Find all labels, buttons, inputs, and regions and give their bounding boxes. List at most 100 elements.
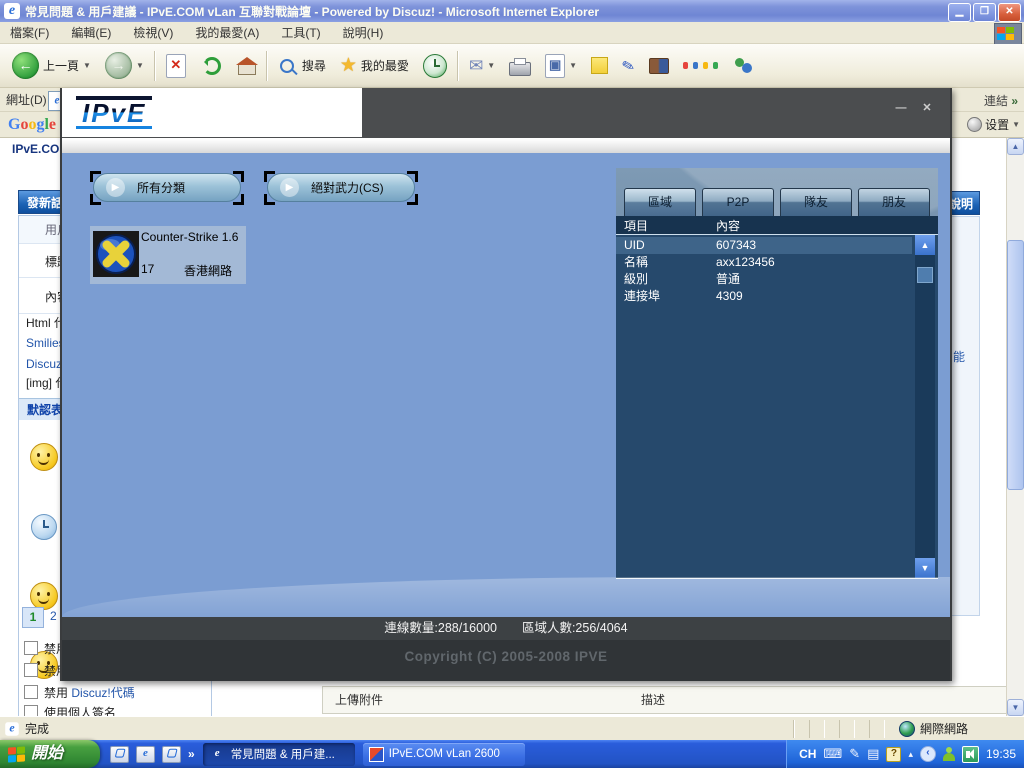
close-button[interactable]: ✕ — [998, 3, 1021, 22]
toolbar-separator — [456, 50, 459, 81]
table-row-uid[interactable]: UID 607343 — [616, 237, 912, 254]
start-button[interactable]: 開始 — [0, 740, 100, 768]
keyboard-icon[interactable]: ⌨ — [823, 747, 842, 761]
search-button[interactable]: 搜尋 — [274, 55, 330, 77]
stop-button[interactable]: ✕ — [162, 52, 190, 80]
minimize-button[interactable]: ▁ — [948, 3, 971, 22]
volume-icon[interactable] — [961, 745, 979, 763]
game-list-item[interactable]: Counter-Strike 1.6 17 香港網路 — [90, 226, 246, 284]
table-row-level[interactable]: 級別 普通 — [616, 271, 912, 288]
discuss-button[interactable]: ✎ — [618, 55, 639, 77]
info-panel: 區域 P2P 隊友 朋友 項目 內容 UID 607343 名稱 axx123456 — [616, 168, 938, 579]
app-close-button[interactable]: ✕ — [918, 102, 936, 117]
ipve-logo: IPvE — [76, 96, 153, 129]
table-row-name[interactable]: 名稱 axx123456 — [616, 254, 912, 271]
back-dropdown-icon[interactable]: ▼ — [83, 61, 91, 70]
blush-smiley-icon[interactable] — [30, 582, 58, 610]
menu-favorites[interactable]: 我的最愛(A) — [195, 24, 259, 41]
user-status-icon[interactable] — [942, 747, 955, 761]
status-pane-divider — [792, 719, 795, 738]
app-minimize-button[interactable]: — — [892, 102, 910, 117]
clock-smiley-icon[interactable] — [31, 514, 57, 540]
menu-edit[interactable]: 編輯(E) — [71, 24, 111, 41]
back-button[interactable]: ← 上一頁 ▼ — [8, 50, 95, 81]
clock[interactable]: 19:35 — [986, 747, 1016, 761]
quill-icon: ✎ — [620, 56, 637, 76]
scrollbar-thumb[interactable] — [1007, 240, 1024, 490]
menu-file[interactable]: 檔案(F) — [10, 24, 49, 41]
pagination-page-1[interactable]: 1 — [22, 607, 44, 628]
google-logo: Google — [8, 115, 57, 133]
edit-dropdown-icon[interactable]: ▼ — [569, 61, 577, 70]
notes-button[interactable] — [587, 55, 612, 76]
panel-scroll-up-icon[interactable]: ▲ — [915, 235, 935, 255]
menu-help[interactable]: 說明(H) — [343, 24, 384, 41]
toolbar-separator — [265, 50, 268, 81]
table-row-port[interactable]: 連接埠 4309 — [616, 288, 912, 305]
smilies-link[interactable]: Smilies — [26, 336, 65, 350]
menu-tools[interactable]: 工具(T) — [281, 24, 320, 41]
language-indicator[interactable]: CH — [799, 747, 816, 761]
window-quicklaunch-icon[interactable]: ▢ — [162, 745, 181, 763]
ie-titlebar: e 常見問題 & 用戶建議 - IPvE.COM vLan 互聯對戰論壇 - P… — [0, 0, 1024, 22]
scroll-down-icon[interactable]: ▼ — [1007, 699, 1024, 716]
ebay-button[interactable] — [679, 60, 723, 71]
pagination-page-2[interactable]: 2 — [50, 609, 57, 623]
history-button[interactable] — [419, 52, 451, 80]
partial-link[interactable]: 能 — [953, 348, 965, 365]
pen-icon[interactable]: ✎ — [849, 747, 860, 761]
mail-dropdown-icon[interactable]: ▼ — [487, 61, 495, 70]
panel-scrollbar-thumb[interactable] — [917, 267, 933, 283]
ie-task-icon: e — [214, 746, 220, 759]
game-count: 17 — [141, 262, 155, 276]
discuz-code-link[interactable]: Discuz!代碼 — [71, 686, 134, 700]
status-pane-divider — [868, 719, 885, 738]
vlan-app-window: — ✕ IPvE ▶ 所有分類 ▶ 絕對武力(CS) Counter-Strik… — [60, 88, 952, 681]
checkbox-icon[interactable] — [24, 663, 38, 677]
favorites-button[interactable]: ★ 我的最愛 — [336, 54, 413, 77]
checkbox-icon[interactable] — [24, 641, 38, 655]
scroll-up-icon[interactable]: ▲ — [1007, 138, 1024, 155]
tab-friends[interactable]: 朋友 — [858, 188, 930, 216]
screen: e 常見問題 & 用戶建議 - IPvE.COM vLan 互聯對戰論壇 - P… — [0, 0, 1024, 768]
checkbox-icon[interactable] — [24, 685, 38, 699]
quicklaunch-chevron-icon[interactable]: » — [188, 747, 195, 761]
hide-icons-button[interactable]: ▴ — [908, 747, 913, 761]
address-label: 網址(D) — [6, 93, 47, 107]
site-label[interactable]: IPvE.CO — [12, 142, 59, 156]
notes-icon[interactable]: ▤ — [867, 747, 879, 761]
settings-ball-icon — [967, 117, 983, 132]
google-settings-button[interactable]: 设置 ▼ — [967, 116, 1020, 133]
forward-button[interactable]: → ▼ — [101, 50, 148, 81]
edit-button[interactable]: ▣ ▼ — [541, 52, 581, 80]
window-title: 常見問題 & 用戶建議 - IPvE.COM vLan 互聯對戰論壇 - Pow… — [25, 4, 600, 19]
maximize-button[interactable]: ❐ — [973, 3, 996, 22]
refresh-button[interactable] — [196, 52, 228, 80]
menu-view[interactable]: 檢視(V) — [133, 24, 173, 41]
panel-scroll-down-icon[interactable]: ▼ — [915, 558, 935, 578]
help-tray-icon[interactable]: ? — [886, 746, 902, 762]
counter-strike-category-button[interactable]: ▶ 絕對武力(CS) — [264, 171, 418, 205]
mail-button[interactable]: ✉ ▼ — [465, 54, 499, 78]
history-icon — [422, 53, 447, 78]
disable-discuz-checkbox-row[interactable]: 禁用 Discuz!代碼 — [24, 684, 135, 701]
research-button[interactable] — [645, 56, 673, 76]
home-button[interactable] — [234, 54, 260, 77]
tab-region[interactable]: 區域 — [624, 188, 696, 216]
links-label[interactable]: 連結 » — [984, 92, 1018, 109]
browser-scrollbar[interactable]: ▲ ▼ — [1006, 138, 1024, 716]
links-chevron-icon[interactable]: » — [1011, 94, 1018, 108]
show-desktop-icon[interactable]: ▢ — [110, 745, 129, 763]
panel-scrollbar[interactable]: ▲ ▼ — [915, 235, 935, 578]
taskbar-task-vlan[interactable]: IPvE.COM vLan 2600 — [362, 742, 525, 766]
smiley-icon[interactable] — [30, 443, 58, 471]
description-label: 描述 — [641, 693, 666, 707]
tab-p2p[interactable]: P2P — [702, 188, 774, 216]
print-button[interactable] — [505, 54, 535, 78]
ie-quicklaunch-icon[interactable]: e — [136, 745, 155, 763]
messenger-button[interactable] — [729, 54, 757, 78]
messenger-tray-icon[interactable]: ‹ — [919, 746, 936, 762]
all-categories-button[interactable]: ▶ 所有分類 — [90, 171, 244, 205]
taskbar-task-forum[interactable]: e 常見問題 & 用戶建... — [202, 742, 355, 766]
tab-teammates[interactable]: 隊友 — [780, 188, 852, 216]
